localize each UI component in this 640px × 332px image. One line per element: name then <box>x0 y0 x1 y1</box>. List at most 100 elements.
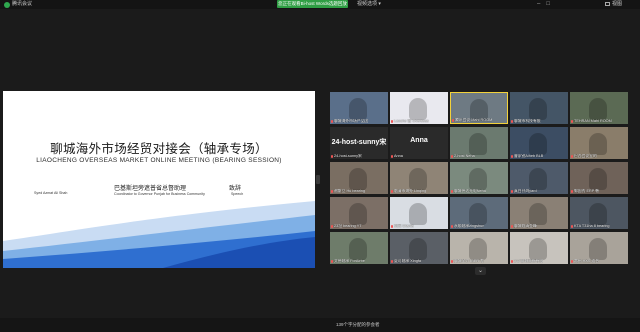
participant-label: 2-host Neha <box>451 154 475 159</box>
panel-collapse-handle[interactable] <box>316 175 320 184</box>
participant-label-text: 2-host Neha <box>454 154 475 158</box>
slide-wave-decoration <box>3 201 315 268</box>
participant-tile[interactable]: 夏可轴承 Xingfa <box>390 232 448 264</box>
speaker-title-cn: 巴基斯坦旁遮普省总督助理 <box>114 186 187 192</box>
participant-label-text: 永顺轴承zingshun <box>454 224 485 228</box>
participant-label-text: 临清市海外 Linqing <box>394 189 427 193</box>
participant-tile[interactable]: 聊城海外市场产品团 <box>330 92 388 124</box>
participant-video <box>589 133 607 155</box>
participant-label-text: 艾德轴承 ForAirbe <box>334 259 365 263</box>
participant-label-text: 郭国秀 ERP 韩 <box>574 189 600 193</box>
participant-video <box>529 238 547 260</box>
maximize-icon[interactable]: □ <box>546 1 550 8</box>
view-button[interactable]: 视图 <box>612 1 622 8</box>
participant-tile[interactable]: 聊城临清金峰 <box>510 197 568 229</box>
video-options-button[interactable]: 视频选项 ▾ <box>357 1 381 8</box>
participant-tile[interactable]: 谢斯立 Hu bearing <box>330 162 388 194</box>
mic-muted-icon <box>571 259 573 263</box>
grid-view-icon[interactable] <box>605 2 610 6</box>
participant-video <box>469 133 487 155</box>
participant-label-text: KTA T31ha 8 bearing <box>574 224 610 228</box>
participant-video <box>409 168 427 190</box>
participant-tile[interactable]: 艾德轴承 ForAirbe <box>330 232 388 264</box>
participant-tile[interactable]: TEHRAN Mahi ROOM <box>570 92 628 124</box>
app-logo-icon <box>4 1 10 8</box>
speech-label-cn: 致辞 <box>229 186 242 192</box>
participant-label: 聊城市科技有限 <box>511 119 541 124</box>
participant-label-text: 3-2 聊城高新有限 <box>514 259 544 263</box>
chevron-down-icon[interactable]: ⌄ <box>475 267 486 275</box>
speaker-title-en: Coordinator to Governor Punjab for Busin… <box>114 192 205 196</box>
participant-video <box>349 238 367 260</box>
window-controls: – □ <box>537 1 550 8</box>
slide-title: 聊城海外市场经贸对接会（轴承专场） <box>50 142 268 156</box>
app-brand: 腾讯会议 <box>4 1 32 8</box>
participant-tile[interactable]: 聊城市科技有限 <box>510 92 568 124</box>
minimize-icon[interactable]: – <box>537 1 540 8</box>
participant-label-text: 聊城全力 IBER 专 <box>454 259 484 263</box>
participant-tile[interactable]: 郭国秀 ERP 韩 <box>570 162 628 194</box>
mic-muted-icon <box>452 118 454 122</box>
participant-tile[interactable]: KTA T31ha 8 bearing <box>570 197 628 229</box>
mic-muted-icon <box>331 224 333 228</box>
mic-muted-icon <box>331 154 333 158</box>
participant-label: 聊城全力 IBER 专 <box>451 259 484 264</box>
participant-tile[interactable]: 真白孙鸿yard <box>510 162 568 194</box>
speaker-name: Syed Azmat Ali Shah <box>34 191 68 195</box>
participant-label: KTA T31ha 8 bearing <box>571 224 610 229</box>
participant-tile[interactable]: 常州 HXS 连合 <box>570 232 628 264</box>
mic-muted-icon <box>451 259 453 263</box>
mic-muted-icon <box>391 224 393 228</box>
participant-status: 139个字分配的参会者 <box>336 322 380 327</box>
mic-muted-icon <box>511 224 513 228</box>
participant-tile[interactable]: 刘芳 Dianfa <box>390 197 448 229</box>
participant-label: 3-2 聊城高新有限 <box>511 259 543 264</box>
participant-tile[interactable]: Laoche 智 Overseas <box>390 92 448 124</box>
participant-label-text: Laoche 智 Overseas <box>394 119 429 123</box>
participant-label-text: 聊城临清金峰 <box>514 224 537 228</box>
participant-video <box>409 238 427 260</box>
status-banner[interactable]: 您正在观看Bi-host Words选题回放 <box>277 0 348 8</box>
participant-label-text: 夏可轴承 Xingfa <box>394 259 422 263</box>
participant-label-text: 23坦 bearing YT <box>334 224 362 228</box>
participant-label: 聊城临清金峰 <box>511 224 537 229</box>
top-bar: 腾讯会议 您正在观看Bi-host Words选题回放 视频选项 ▾ – □ 视… <box>0 0 640 9</box>
participant-tile[interactable]: 23坦 bearing YT <box>330 197 388 229</box>
participant-label: 曹家锐Aiheb BLB <box>511 154 543 159</box>
participant-tile[interactable]: 24-host-sunny宋 24-host-sunny宋 <box>330 127 388 159</box>
participant-tile[interactable]: 聊城伟达光电Neha <box>450 162 508 194</box>
mic-muted-icon <box>331 119 333 123</box>
participant-label: 巴西会议室的 <box>571 154 597 159</box>
participant-video <box>589 203 607 225</box>
participant-label-text: 聊城海外市场产品团 <box>334 119 369 123</box>
participant-tile[interactable]: 2-host Neha <box>450 127 508 159</box>
participant-tile[interactable]: 临清市海外 Linqing <box>390 162 448 194</box>
mic-muted-icon <box>451 154 453 158</box>
participant-video <box>469 168 487 190</box>
participant-label: 腾讯会议 Mahi ROOM <box>452 118 492 123</box>
participant-tile[interactable]: Anna Anna <box>390 127 448 159</box>
participant-tile[interactable]: 3-2 聊城高新有限 <box>510 232 568 264</box>
participant-tile[interactable]: 腾讯会议 Mahi ROOM <box>450 92 508 124</box>
mic-muted-icon <box>511 189 513 193</box>
mic-muted-icon <box>391 189 393 193</box>
participant-video <box>349 98 367 120</box>
participant-tile[interactable]: 永顺轴承zingshun <box>450 197 508 229</box>
participant-video <box>529 203 547 225</box>
participant-video <box>469 203 487 225</box>
participant-tile[interactable]: 巴西会议室的 <box>570 127 628 159</box>
participant-video <box>589 238 607 260</box>
participant-label-text: 聊城伟达光电Neha <box>454 189 486 193</box>
mic-muted-icon <box>571 119 573 123</box>
mic-muted-icon <box>331 259 333 263</box>
mic-muted-icon <box>571 189 573 193</box>
participant-label: TEHRAN Mahi ROOM <box>571 119 612 124</box>
mic-muted-icon <box>451 189 453 193</box>
participant-label-text: 谢斯立 Hu bearing <box>334 189 366 193</box>
participant-label: 刘芳 Dianfa <box>391 224 414 229</box>
participant-tile[interactable]: 聊城全力 IBER 专 <box>450 232 508 264</box>
participant-tile[interactable]: 曹家锐Aiheb BLB <box>510 127 568 159</box>
participant-label-text: 曹家锐Aiheb BLB <box>514 154 544 158</box>
mic-muted-icon <box>571 154 573 158</box>
participant-label-text: TEHRAN Mahi ROOM <box>574 119 612 123</box>
